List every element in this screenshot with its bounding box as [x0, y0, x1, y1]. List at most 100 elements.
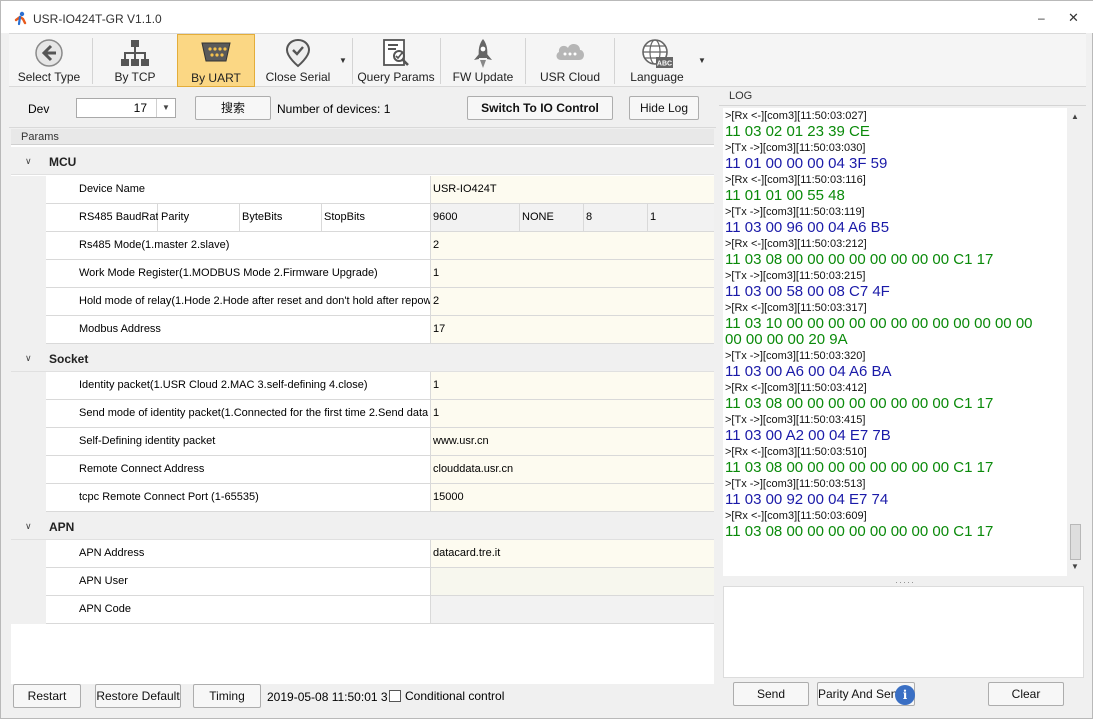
collapse-icon[interactable]: ∨ — [25, 353, 32, 364]
log-rx-line: 11 03 08 00 00 00 00 00 00 00 00 C1 17 — [725, 251, 994, 268]
log-rx-line: 11 01 01 00 55 48 — [725, 187, 845, 204]
param-value[interactable]: 8 — [584, 204, 648, 232]
param-value[interactable]: clouddata.usr.cn — [431, 456, 714, 484]
serial-port-icon — [201, 42, 231, 62]
param-value[interactable] — [431, 596, 714, 624]
param-row: APN Address datacard.tre.it — [11, 540, 714, 568]
chevron-down-icon[interactable]: ▼ — [156, 99, 175, 117]
network-icon — [121, 40, 149, 66]
log-meta-line: >[Rx <-][com3][11:50:03:212] — [725, 238, 867, 250]
section-socket[interactable]: ∨ Socket — [11, 344, 714, 372]
language-dropdown-icon[interactable]: ▼ — [698, 56, 706, 65]
log-meta-line: >[Rx <-][com3][11:50:03:317] — [725, 302, 867, 314]
log-tx-line: 11 03 00 A2 00 04 E7 7B — [725, 427, 891, 444]
param-value[interactable]: 1 — [431, 260, 714, 288]
param-row: tcpc Remote Connect Port (1-65535) 15000 — [11, 484, 714, 512]
log-meta-line: >[Tx ->][com3][11:50:03:119] — [725, 206, 865, 218]
param-value[interactable]: 15000 — [431, 484, 714, 512]
hide-log-button[interactable]: Hide Log — [629, 96, 699, 120]
log-output[interactable]: >[Rx <-][com3][11:50:03:027] 11 03 02 01 … — [723, 108, 1067, 576]
search-button[interactable]: 搜索 — [195, 96, 271, 120]
close-icon[interactable]: ✕ — [1068, 10, 1079, 26]
param-value[interactable]: 1 — [431, 372, 714, 400]
switch-to-io-control-button[interactable]: Switch To IO Control — [467, 96, 613, 120]
rocket-icon — [474, 39, 492, 68]
usr-cloud-label: USR Cloud — [539, 70, 601, 84]
param-key: Device Name — [46, 176, 431, 204]
send-input[interactable] — [723, 586, 1084, 678]
minimize-icon[interactable]: – — [1038, 12, 1048, 24]
param-value[interactable] — [431, 568, 714, 596]
collapse-icon[interactable]: ∨ — [25, 156, 32, 167]
param-value[interactable]: 1 — [431, 400, 714, 428]
param-row: Identity packet(1.USR Cloud 2.MAC 3.self… — [11, 372, 714, 400]
log-meta-line: >[Tx ->][com3][11:50:03:415] — [725, 414, 866, 426]
scroll-thumb[interactable] — [1070, 524, 1081, 560]
param-value[interactable]: 9600 — [431, 204, 520, 232]
scroll-down-icon[interactable]: ▼ — [1071, 562, 1079, 571]
param-value[interactable]: 17 — [431, 316, 714, 344]
log-panel: LOG >[Rx <-][com3][11:50:03:027] 11 03 02… — [719, 88, 1086, 714]
info-icon[interactable]: i — [895, 685, 915, 705]
timing-button[interactable]: Timing — [193, 684, 261, 708]
param-value[interactable]: USR-IO424T — [431, 176, 714, 204]
log-tx-line: 11 03 00 58 00 08 C7 4F — [725, 283, 890, 300]
log-tx-line: 11 03 00 96 00 04 A6 B5 — [725, 219, 890, 236]
log-meta-line: >[Rx <-][com3][11:50:03:116] — [725, 174, 866, 186]
log-meta-line: >[Tx ->][com3][11:50:03:513] — [725, 478, 866, 490]
conditional-control-checkbox[interactable] — [389, 690, 401, 702]
fw-update-label: FW Update — [452, 70, 514, 84]
param-value[interactable]: datacard.tre.it — [431, 540, 714, 568]
param-key: Rs485 Mode(1.master 2.slave) — [46, 232, 431, 260]
log-meta-line: >[Rx <-][com3][11:50:03:510] — [725, 446, 867, 458]
param-key: APN User — [46, 568, 431, 596]
toolbar-separator — [525, 38, 526, 84]
by-tcp-label: By TCP — [114, 70, 156, 84]
back-arrow-icon — [35, 39, 63, 67]
param-value[interactable]: 2 — [431, 288, 714, 316]
log-meta-line: >[Rx <-][com3][11:50:03:412] — [725, 382, 867, 394]
select-type-button[interactable]: Select Type — [9, 34, 89, 87]
section-mcu[interactable]: ∨ MCU — [11, 147, 714, 175]
param-row: Rs485 Mode(1.master 2.slave) 2 — [11, 232, 714, 260]
param-key-text: StopBits — [324, 211, 365, 223]
param-key: tcpc Remote Connect Port (1-65535) — [46, 484, 431, 512]
clear-button[interactable]: Clear — [988, 682, 1064, 706]
close-serial-button[interactable]: Close Serial — [259, 34, 337, 87]
dev-label: Dev — [28, 102, 50, 116]
param-value[interactable]: NONE — [520, 204, 584, 232]
param-row: Device Name USR-IO424T — [11, 176, 714, 204]
by-uart-label: By UART — [191, 71, 241, 85]
params-header: Params — [11, 129, 714, 145]
param-value[interactable]: 2 — [431, 232, 714, 260]
query-params-button[interactable]: Query Params — [356, 34, 436, 87]
section-apn[interactable]: ∨ APN — [11, 512, 714, 540]
param-row: Modbus Address 17 — [11, 316, 714, 344]
collapse-icon[interactable]: ∨ — [25, 521, 32, 532]
param-key: Parity — [158, 204, 240, 232]
params-grid: ∨ MCU Device Name USR-IO424T RS485 BaudR… — [11, 145, 714, 685]
restart-button[interactable]: Restart — [13, 684, 81, 708]
param-value[interactable]: 1 — [648, 204, 714, 232]
section-title: Socket — [49, 352, 89, 366]
param-value[interactable]: www.usr.cn — [431, 428, 714, 456]
param-key: APN Address — [46, 540, 431, 568]
log-scrollbar[interactable]: ▲ ▼ — [1067, 108, 1084, 576]
window-title: USR-IO424T-GR V1.1.0 — [33, 12, 162, 26]
parity-and-send-label: Parity And Send — [818, 687, 905, 701]
send-button[interactable]: Send — [733, 682, 809, 706]
fw-update-button[interactable]: FW Update — [445, 34, 521, 87]
close-serial-dropdown-icon[interactable]: ▼ — [339, 56, 347, 65]
language-label: Language — [630, 70, 684, 84]
log-meta-line: >[Rx <-][com3][11:50:03:027] — [725, 110, 867, 122]
param-key-text: ByteBits — [242, 211, 283, 223]
language-button[interactable]: ABC Language — [618, 34, 696, 87]
by-uart-button[interactable]: By UART — [177, 34, 255, 87]
toolbar-separator — [440, 38, 441, 84]
log-tx-line: 11 03 00 A6 00 04 A6 BA — [725, 363, 892, 380]
location-pin-icon — [285, 38, 311, 68]
by-tcp-button[interactable]: By TCP — [97, 34, 173, 87]
restore-default-button[interactable]: Restore Default — [95, 684, 181, 708]
usr-cloud-button[interactable]: USR Cloud — [530, 34, 610, 87]
scroll-up-icon[interactable]: ▲ — [1071, 112, 1079, 121]
